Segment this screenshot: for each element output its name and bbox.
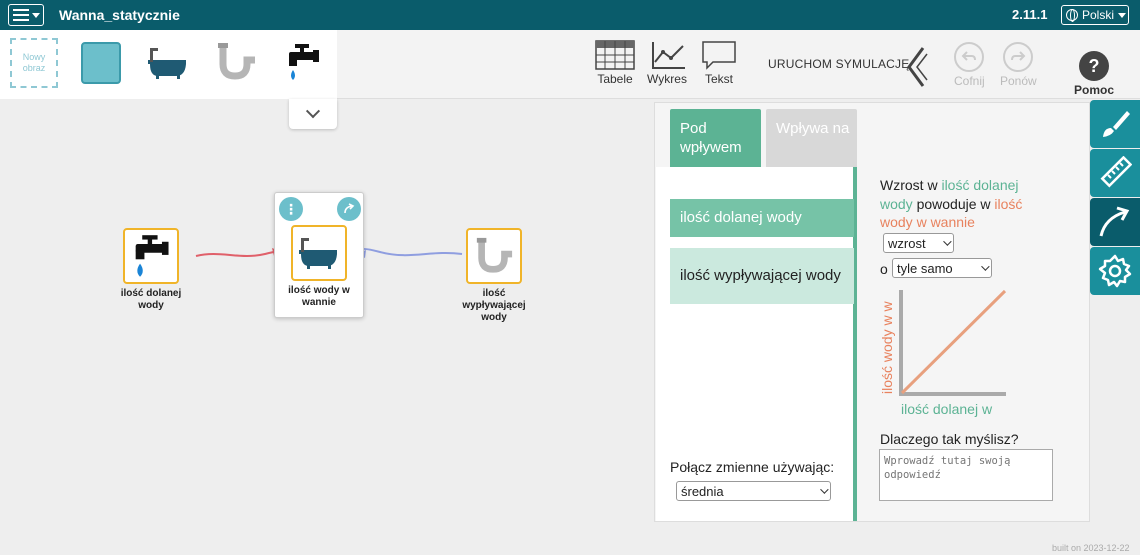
run-simulation-button[interactable]: URUCHOM SYMULACJĘ <box>768 57 909 71</box>
sentence-prefix: Wzrost w <box>880 177 938 193</box>
style-tool-button[interactable] <box>1090 100 1140 148</box>
effect-direction-value: wzrost <box>888 235 926 251</box>
chevron-down-icon <box>305 104 321 119</box>
help-button[interactable]: ? Pomoc <box>1074 51 1114 97</box>
node-image-frame[interactable] <box>123 228 179 284</box>
top-bar: Wanna_statycznie 2.11.1 Polski <box>0 0 1140 30</box>
question-mark-icon: ? <box>1079 51 1109 81</box>
effect-amount-value: tyle samo <box>897 260 953 276</box>
measure-tool-button[interactable] <box>1090 149 1140 197</box>
text-label: Tekst <box>704 72 733 86</box>
amount-prefix-label: o <box>880 261 888 277</box>
tab-influences[interactable]: Wpływa na <box>766 109 857 167</box>
graph-label: Wykres <box>647 72 687 86</box>
relation-sentence: Wzrost w ilość dolanej wody powoduje w i… <box>880 176 1040 232</box>
graph-relation-line <box>900 289 1007 395</box>
caret-down-icon <box>1118 12 1127 18</box>
node-label: ilość wody w wannie <box>288 285 350 308</box>
language-label: Polski <box>1082 8 1115 22</box>
text-button[interactable]: Tekst <box>701 40 737 86</box>
blank-node-palette-item[interactable] <box>81 42 121 84</box>
node-label: ilość dolanej wody <box>120 288 182 311</box>
table-icon <box>595 40 635 70</box>
node-image-frame[interactable] <box>291 225 347 281</box>
chevron-down-icon <box>981 262 990 271</box>
node-menu-button[interactable]: ⋮ <box>279 197 303 221</box>
combine-method-value: średnia <box>681 483 724 499</box>
build-info: built on 2023-12-22 <box>1052 543 1130 553</box>
variable-item-added-water[interactable]: ilość dolanej wody <box>670 199 854 237</box>
line-chart-icon <box>652 42 685 69</box>
settings-tool-button[interactable] <box>1090 247 1140 295</box>
graph-button[interactable]: Wykres <box>647 40 687 86</box>
gear-icon <box>1098 254 1132 288</box>
combine-method-select[interactable]: średnia <box>676 481 831 501</box>
redo-label: Ponów <box>1000 74 1037 88</box>
link-tool-button[interactable] <box>337 197 361 221</box>
document-title[interactable]: Wanna_statycznie <box>59 7 180 23</box>
undo-icon <box>954 42 985 72</box>
effect-direction-select[interactable]: wzrost <box>883 233 954 253</box>
faucet-icon[interactable] <box>285 42 321 84</box>
graph-y-label: ilość wody w w <box>879 301 895 394</box>
why-label: Dlaczego tak myślisz? <box>880 431 1019 447</box>
redo-icon <box>1003 42 1034 72</box>
chevron-left-icon[interactable] <box>903 46 929 88</box>
relation-arrow-icon <box>1099 206 1130 237</box>
reasoning-input[interactable] <box>879 449 1053 501</box>
new-image-button[interactable]: Nowy obraz <box>10 38 58 88</box>
speech-bubble-icon <box>702 41 736 70</box>
node-faucet[interactable]: ilość dolanej wody <box>112 228 190 312</box>
node-label: ilość wypływającej wody <box>462 288 526 323</box>
node-bathtub[interactable]: ilość wody w wannie <box>280 225 358 309</box>
version-label: 2.11.1 <box>1012 7 1048 22</box>
node-image-frame[interactable] <box>466 228 522 284</box>
drain-pipe-icon[interactable] <box>215 42 257 82</box>
hamburger-icon <box>12 9 29 21</box>
language-select[interactable]: Polski <box>1061 5 1129 25</box>
ruler-icon <box>1100 156 1132 188</box>
tab-influenced-by[interactable]: Pod wpływem <box>670 109 761 167</box>
relation-graph: ilość wody w w ilość dolanej w <box>879 289 1007 417</box>
help-label: Pomoc <box>1074 83 1115 97</box>
tables-label: Tabele <box>597 72 633 86</box>
redo-button[interactable]: Ponów <box>1000 42 1037 88</box>
bathtub-icon <box>299 238 337 269</box>
graph-x-label: ilość dolanej w <box>901 401 993 417</box>
node-drain[interactable]: ilość wypływającej wody <box>455 228 533 324</box>
caret-down-icon <box>31 12 40 18</box>
bathtub-icon[interactable] <box>146 46 190 80</box>
palette-expand-button[interactable] <box>289 99 337 129</box>
chevron-down-icon <box>943 237 952 246</box>
main-menu-button[interactable] <box>8 4 44 26</box>
globe-icon <box>1066 9 1078 22</box>
faucet-icon <box>135 235 169 277</box>
undo-label: Cofnij <box>954 74 985 88</box>
undo-button[interactable]: Cofnij <box>954 42 985 88</box>
link-drain-to-bathtub <box>358 247 463 257</box>
tables-button[interactable]: Tabele <box>595 40 635 86</box>
effect-amount-select[interactable]: tyle samo <box>892 258 992 278</box>
brush-icon <box>1103 111 1130 137</box>
link-faucet-to-bathtub <box>195 249 282 257</box>
relation-tool-button[interactable] <box>1090 198 1140 246</box>
sentence-middle: powoduje w <box>916 195 991 212</box>
drain-pipe-icon <box>476 237 513 273</box>
chevron-down-icon <box>820 485 829 494</box>
link-arrow-icon <box>344 203 355 214</box>
connect-variables-label: Połącz zmienne używając: <box>670 459 835 475</box>
variable-item-outflow-water[interactable]: ilość wypływającej wody <box>670 248 854 304</box>
